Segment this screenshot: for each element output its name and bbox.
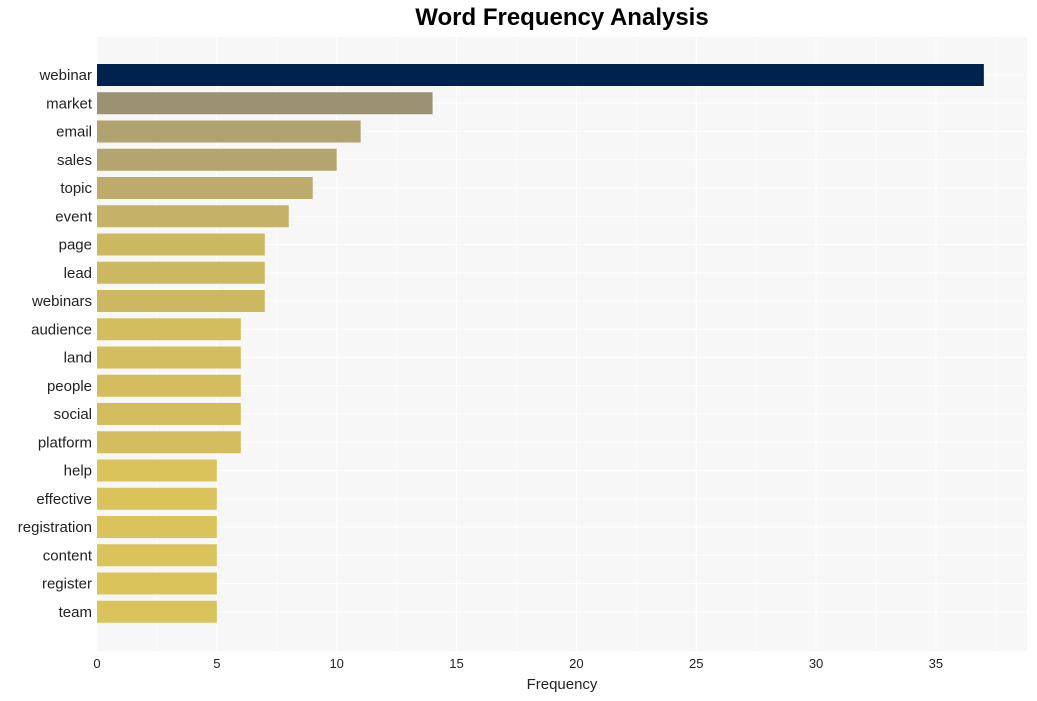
- x-tick-label: 35: [929, 656, 943, 671]
- x-tick-label: 25: [689, 656, 703, 671]
- y-tick-label: webinars: [31, 293, 92, 310]
- y-tick-label: sales: [57, 152, 92, 169]
- bar-chart: webinar market email sales topic event page lea…: [18, 37, 1027, 693]
- y-tick-label: effective: [36, 491, 92, 508]
- y-tick-label: register: [42, 576, 92, 593]
- bar-event: [97, 205, 289, 228]
- y-tick-label: help: [64, 463, 92, 480]
- y-tick-label: topic: [60, 180, 92, 197]
- y-tick-label: registration: [18, 519, 92, 536]
- y-tick-label: webinar: [38, 67, 92, 84]
- bar-market: [97, 92, 433, 115]
- y-tick-label: people: [47, 378, 92, 395]
- y-tick-label: lead: [64, 265, 92, 282]
- x-tick-label: 30: [809, 656, 823, 671]
- y-axis-labels: webinar market email sales topic event page lea…: [18, 67, 93, 621]
- bar-register: [97, 572, 217, 595]
- bar-people: [97, 374, 241, 397]
- bar-lead: [97, 261, 265, 284]
- bar-land: [97, 346, 241, 369]
- bar-webinars: [97, 290, 265, 312]
- x-tick-label: 20: [569, 656, 583, 671]
- y-tick-label: audience: [31, 321, 92, 338]
- bar-topic: [97, 177, 313, 199]
- bar-email: [97, 120, 361, 143]
- x-tick-label: 5: [213, 656, 220, 671]
- bar-help: [97, 459, 217, 482]
- bar-sales: [97, 148, 337, 171]
- y-tick-label: team: [59, 604, 92, 621]
- bar-page: [97, 233, 265, 256]
- bar-social: [97, 403, 241, 425]
- bar-platform: [97, 431, 241, 454]
- bar-webinar: [97, 64, 984, 86]
- y-tick-label: content: [43, 547, 93, 564]
- x-tick-label: 10: [329, 656, 343, 671]
- y-tick-label: platform: [38, 434, 92, 451]
- x-axis-label: Frequency: [527, 676, 598, 693]
- bar-audience: [97, 318, 241, 341]
- bar-registration: [97, 516, 217, 538]
- bar-team: [97, 600, 217, 623]
- y-tick-label: land: [64, 350, 92, 367]
- y-tick-label: email: [56, 124, 92, 141]
- x-tick-label: 15: [449, 656, 463, 671]
- y-tick-label: market: [46, 95, 93, 112]
- bar-content: [97, 544, 217, 567]
- bar-effective: [97, 487, 217, 510]
- y-tick-label: event: [55, 208, 93, 225]
- y-tick-label: page: [59, 237, 92, 254]
- x-axis-ticks: 0 5 10 15 20 25 30 35: [93, 656, 943, 671]
- y-tick-label: social: [54, 406, 92, 423]
- x-tick-label: 0: [93, 656, 100, 671]
